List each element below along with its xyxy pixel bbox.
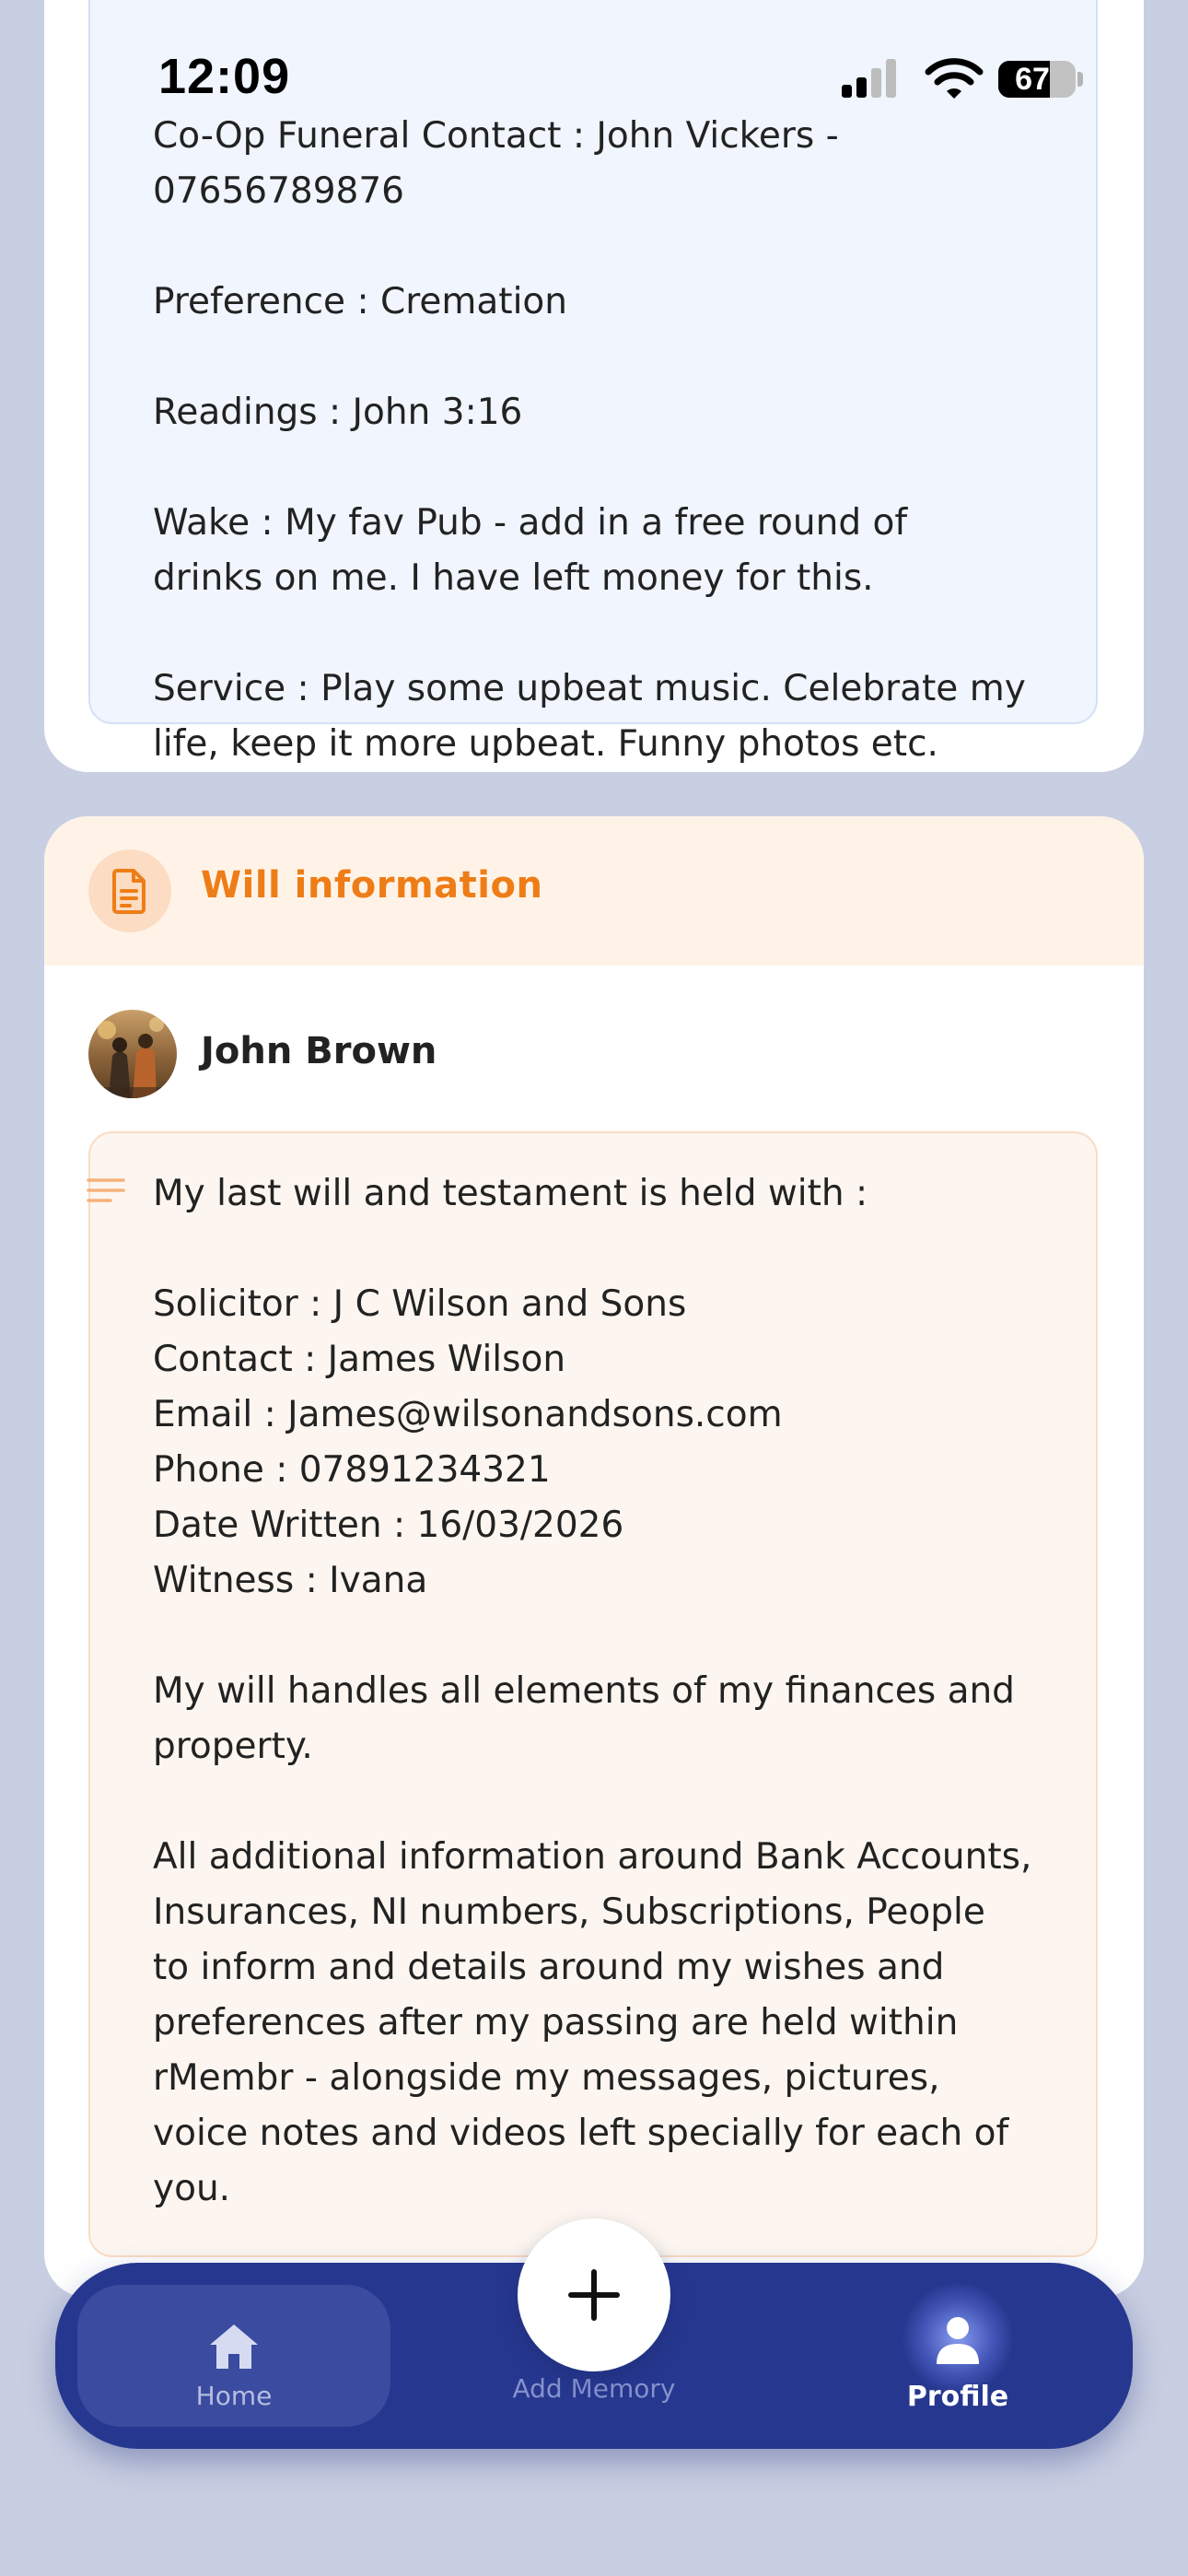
wifi-icon: [925, 58, 984, 99]
cellular-signal-icon: [842, 59, 896, 98]
battery-percentage: 67: [1015, 61, 1050, 97]
nav-add-memory-label[interactable]: Add Memory: [451, 2373, 737, 2404]
document-icon: [88, 849, 171, 932]
nav-profile-button[interactable]: Profile: [847, 2277, 1068, 2434]
status-icons: 67: [840, 57, 1089, 101]
battery-icon: 67: [998, 61, 1076, 98]
author-name: John Brown: [201, 1030, 437, 1072]
add-memory-button[interactable]: [518, 2219, 670, 2371]
status-time: 12:09: [158, 49, 291, 104]
plus-icon: [568, 2269, 620, 2321]
nav-home-label: Home: [195, 2381, 273, 2411]
will-card-title: Will information: [201, 864, 543, 907]
nav-profile-label: Profile: [906, 2381, 1009, 2413]
battery-tip: [1077, 72, 1083, 87]
will-details-text: My last will and testament is held with …: [153, 1173, 1032, 2209]
text-lines-icon: [87, 1178, 125, 1202]
nav-home-button[interactable]: Home: [77, 2285, 390, 2427]
funeral-details-text: Co-Op Funeral Contact : John Vickers - 0…: [153, 115, 1026, 765]
home-icon: [210, 2324, 258, 2369]
will-card-header: Will information: [44, 816, 1144, 966]
person-icon: [937, 2317, 979, 2364]
author-avatar[interactable]: [88, 1010, 177, 1098]
